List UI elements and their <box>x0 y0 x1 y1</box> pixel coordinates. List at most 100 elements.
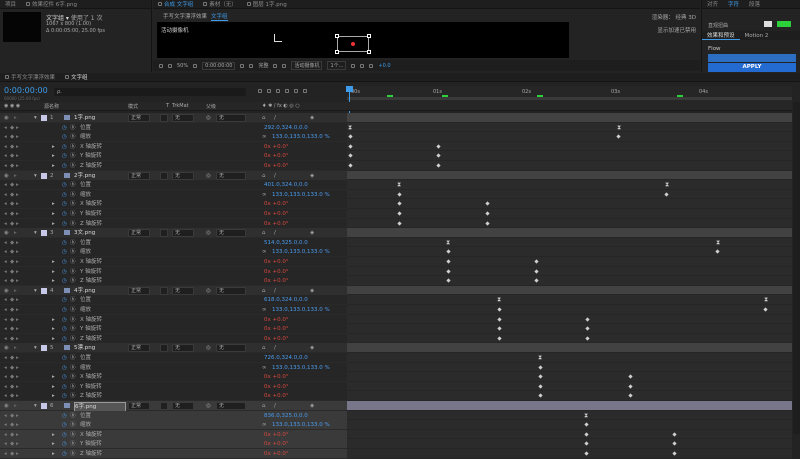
parent-pickwhip-icon[interactable]: ◎ <box>206 172 211 180</box>
col-source-name[interactable]: 源名称 <box>44 103 59 110</box>
expand-arrow-icon[interactable]: ▾ <box>34 344 37 352</box>
keyframe-nav-icon[interactable]: ▸ <box>16 124 19 132</box>
stopwatch-icon[interactable]: ◷ <box>62 133 67 141</box>
shy-switch-icon[interactable]: ⌂ <box>262 402 266 410</box>
property-row[interactable]: ◂ ◆ ▸ ▸ ◷ ⓑ Z 轴旋转 0x +0.0° <box>0 276 347 287</box>
keyframe[interactable]: ⧗ <box>665 182 669 188</box>
eye-icon[interactable]: ◉ <box>4 287 9 295</box>
eye-icon[interactable]: ◉ <box>4 402 9 410</box>
expand-arrow-icon[interactable]: ▸ <box>52 335 55 343</box>
keyframe-nav-icon[interactable]: ◂ <box>4 191 7 199</box>
link-icon[interactable]: ∞ <box>262 306 267 314</box>
expression-icon[interactable]: ⓑ <box>70 364 76 372</box>
property-row[interactable]: ◂ ◆ ▸ ◷ ⓑ 位置 401.0,324.0,0.0 <box>0 180 347 191</box>
keyframe-add-icon[interactable]: ◆ <box>10 220 14 228</box>
keyframe-nav-icon[interactable]: ▸ <box>16 220 19 228</box>
tab-footage[interactable]: 素材（无） <box>198 0 242 9</box>
stopwatch-icon[interactable]: ◷ <box>62 181 67 189</box>
close-icon[interactable] <box>65 75 70 79</box>
tab-timeline-2[interactable]: 文字组 <box>60 73 93 82</box>
tab-layer[interactable]: 图层 1字.png <box>242 0 292 9</box>
property-value[interactable]: 0x +0.0° <box>264 268 289 276</box>
mode-select[interactable]: 正常 <box>128 402 150 410</box>
3d-layer-icon[interactable]: ◈ <box>310 402 314 410</box>
property-row[interactable]: ◂ ◆ ▸ ◷ ⓑ 位置 618.0,324.0,0.0 <box>0 295 347 306</box>
property-value[interactable]: 0x +0.0° <box>264 220 289 228</box>
property-value[interactable]: 133.0,133.0,133.0 % <box>272 364 330 372</box>
stopwatch-icon[interactable]: ◷ <box>62 412 67 420</box>
keyframe-add-icon[interactable]: ◆ <box>10 239 14 247</box>
layer-row[interactable]: ◉ ▸ ▾ 4 4字.png 正常 无 ◎ 无 ⌂ / ◈ <box>0 285 347 296</box>
parent-select[interactable]: 无 <box>216 286 246 295</box>
mode-select[interactable]: 正常 <box>128 286 150 295</box>
property-row[interactable]: ◂ ◆ ▸ ▸ ◷ ⓑ X 轴旋转 0x +0.0° <box>0 314 347 325</box>
camera-select[interactable]: 活动摄像机 <box>291 61 323 70</box>
parent-select[interactable]: 无 <box>216 402 246 410</box>
link-icon[interactable]: ∞ <box>262 191 267 199</box>
expression-icon[interactable]: ⓑ <box>70 373 76 381</box>
expand-arrow-icon[interactable]: ▸ <box>52 210 55 218</box>
keyframe-nav-icon[interactable]: ◂ <box>4 210 7 218</box>
safe-zones-icon[interactable] <box>193 63 198 68</box>
property-value[interactable]: 0x +0.0° <box>264 258 289 266</box>
stopwatch-icon[interactable]: ◷ <box>62 316 67 324</box>
expression-icon[interactable]: ⓑ <box>70 268 76 276</box>
stopwatch-icon[interactable]: ◷ <box>62 306 67 314</box>
property-value[interactable]: 0x +0.0° <box>264 392 289 400</box>
expand-arrow-icon[interactable]: ▾ <box>34 287 37 295</box>
expand-arrow-icon[interactable]: ▸ <box>52 373 55 381</box>
keyframe-nav-icon[interactable]: ◂ <box>4 258 7 266</box>
expression-icon[interactable]: ⓑ <box>70 296 76 304</box>
property-row[interactable]: ◂ ◆ ▸ ▸ ◷ ⓑ Z 轴旋转 0x +0.0° <box>0 391 347 402</box>
keyframe[interactable]: ⧗ <box>538 355 542 361</box>
eye-icon[interactable]: ◉ <box>4 114 9 122</box>
tab-align[interactable]: 对齐 <box>702 0 723 9</box>
property-value[interactable]: 0x +0.0° <box>264 200 289 208</box>
current-time-field[interactable]: 0:00:00:00 <box>202 61 236 70</box>
keyframe-nav-icon[interactable]: ◂ <box>4 450 7 458</box>
keyframe-add-icon[interactable]: ◆ <box>10 152 14 160</box>
property-row[interactable]: ◂ ◆ ▸ ◷ ⓑ 位置 292.0,324.0,0.0 <box>0 122 347 133</box>
keyframe-nav-icon[interactable]: ◂ <box>4 239 7 247</box>
eye-icon[interactable]: ◉ <box>4 229 9 237</box>
keyframe-nav-icon[interactable]: ▸ <box>16 335 19 343</box>
tab-effect-controls[interactable]: 效果控件 6字.png <box>21 0 82 9</box>
property-value[interactable]: 0x +0.0° <box>264 277 289 285</box>
col-trkmat[interactable]: TrkMat <box>172 103 189 109</box>
zoom-select[interactable]: 50% <box>177 63 188 69</box>
property-value[interactable]: 0x +0.0° <box>264 383 289 391</box>
expression-icon[interactable]: ⓑ <box>70 200 76 208</box>
property-value[interactable]: 133.0,133.0,133.0 % <box>272 191 330 199</box>
keyframe-nav-icon[interactable]: ▸ <box>16 200 19 208</box>
expand-arrow-icon[interactable]: ▾ <box>34 172 37 180</box>
expression-icon[interactable]: ⓑ <box>70 440 76 448</box>
property-row[interactable]: ◂ ◆ ▸ ◷ ⓑ 位置 836.0,325.0,0.0 <box>0 410 347 421</box>
keyframe-nav-icon[interactable]: ◂ <box>4 383 7 391</box>
property-value[interactable]: 0x +0.0° <box>264 373 289 381</box>
comp-flowchart-icon[interactable] <box>258 89 262 93</box>
keyframe-add-icon[interactable]: ◆ <box>10 277 14 285</box>
expression-icon[interactable]: ⓑ <box>70 421 76 429</box>
layer-row[interactable]: ◉ ▸ ▾ 1 1字.png 正常 无 ◎ 无 ⌂ / ◈ <box>0 113 347 123</box>
property-value[interactable]: 0x +0.0° <box>264 335 289 343</box>
keyframe-nav-icon[interactable]: ▸ <box>16 143 19 151</box>
keyframe[interactable]: ⧗ <box>584 412 588 418</box>
layer-duration-bar[interactable] <box>347 401 792 411</box>
stopwatch-icon[interactable]: ◷ <box>62 431 67 439</box>
preserve-transparency-toggle[interactable] <box>160 229 168 238</box>
preserve-transparency-toggle[interactable] <box>160 344 168 353</box>
label-color-chip[interactable] <box>41 115 47 121</box>
property-value[interactable]: 514.0,325.0,0.0 <box>264 239 308 247</box>
layer-row[interactable]: ◉ ▸ ▾ 2 2字.png 正常 无 ◎ 无 ⌂ / ◈ <box>0 170 347 181</box>
expand-arrow-icon[interactable]: ▸ <box>52 220 55 228</box>
keyframe-nav-icon[interactable]: ▸ <box>16 306 19 314</box>
property-row[interactable]: ◂ ◆ ▸ ◷ ⓑ 缩放 ∞ 133.0,133.0,133.0 % <box>0 247 347 258</box>
expression-icon[interactable]: ⓑ <box>70 152 76 160</box>
stopwatch-icon[interactable]: ◷ <box>62 152 67 160</box>
stopwatch-icon[interactable]: ◷ <box>62 210 67 218</box>
stopwatch-icon[interactable]: ◷ <box>62 220 67 228</box>
3d-layer-icon[interactable]: ◈ <box>310 114 314 122</box>
tab-effects-presets[interactable]: 效果和预设 <box>702 31 740 40</box>
keyframe-nav-icon[interactable]: ▸ <box>16 354 19 362</box>
stopwatch-icon[interactable]: ◷ <box>62 383 67 391</box>
